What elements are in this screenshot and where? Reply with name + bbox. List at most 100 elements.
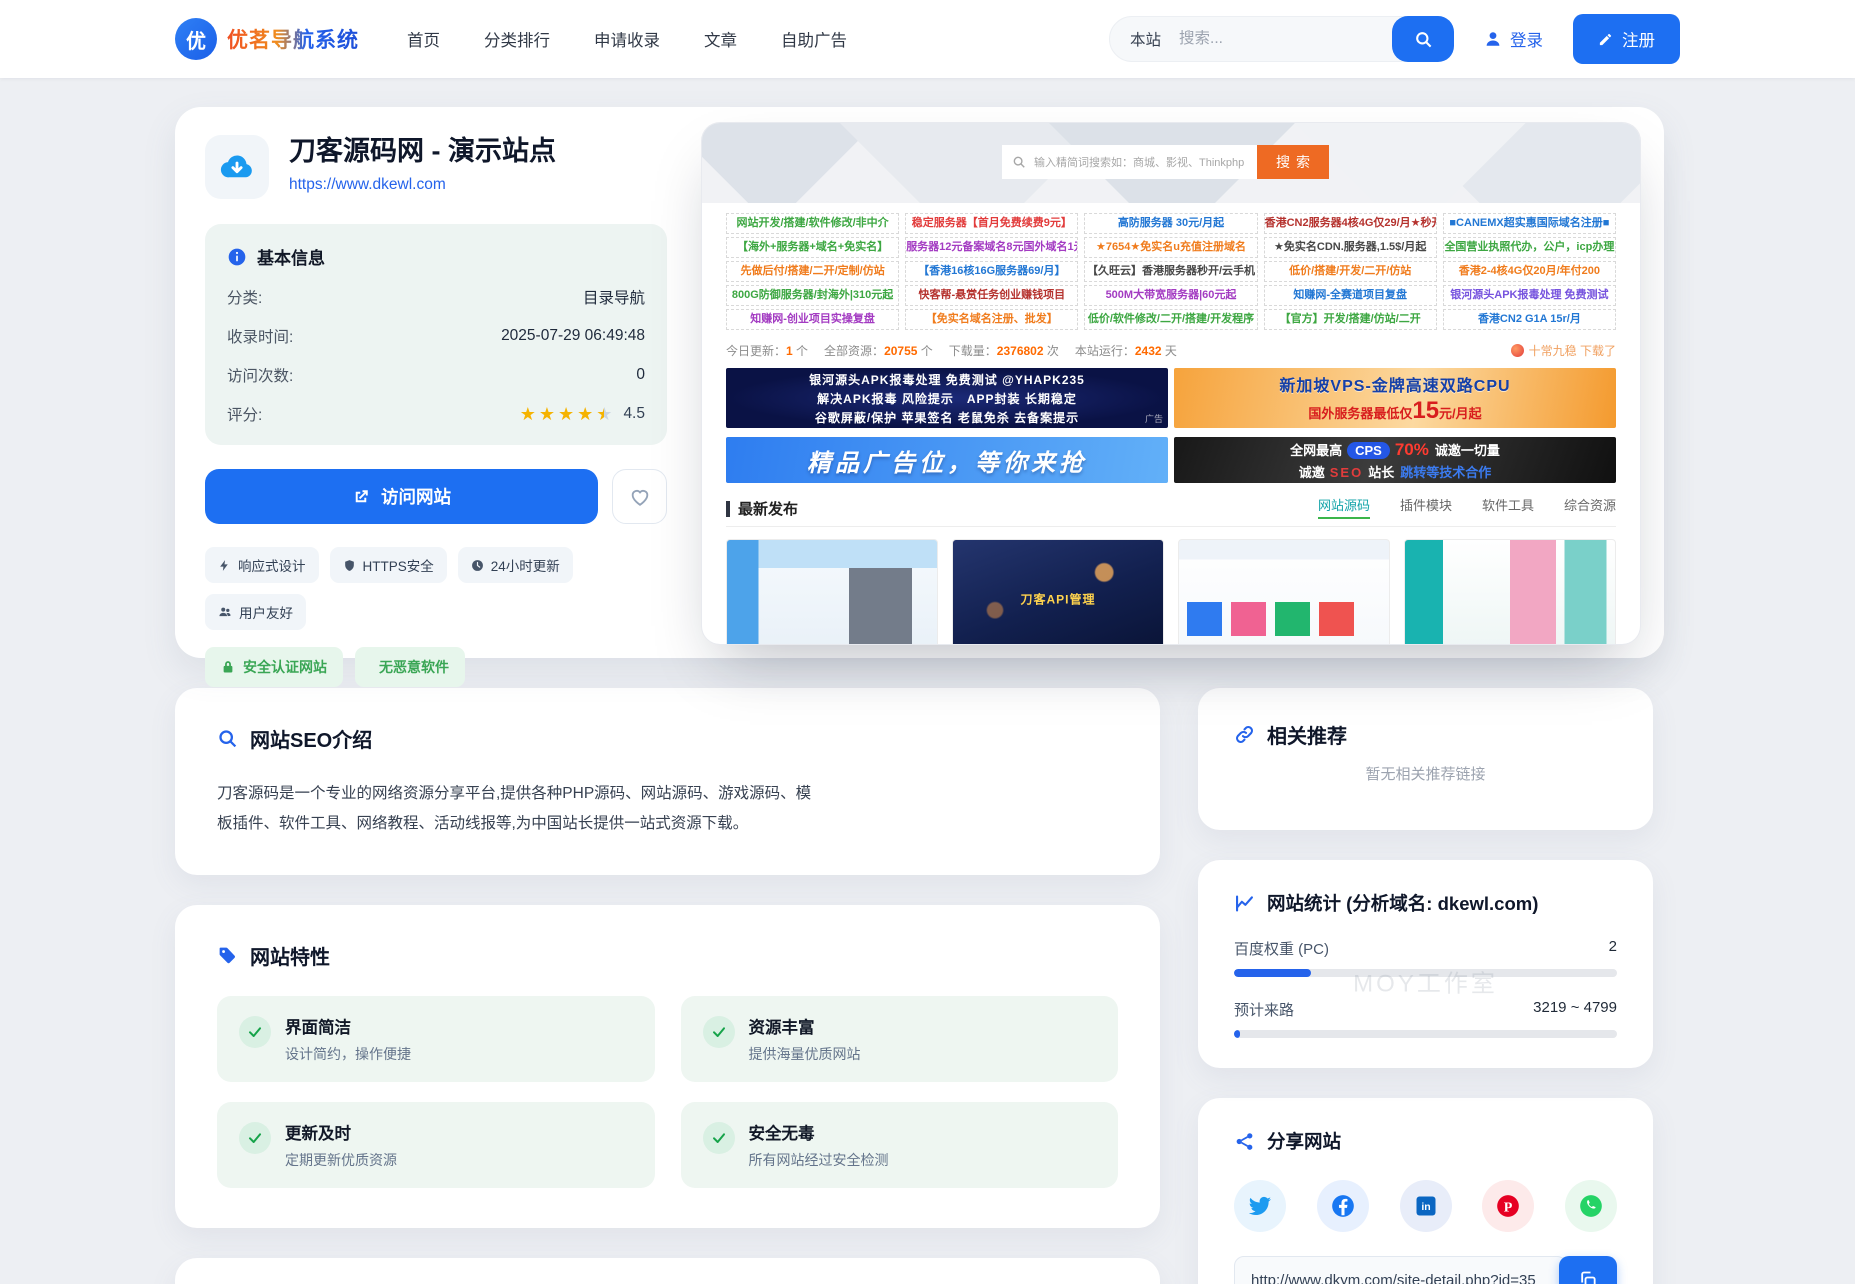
svg-text:P: P — [1504, 1199, 1513, 1215]
seo-heading: 网站SEO介绍 — [250, 724, 372, 753]
half-star-icon: ★ — [596, 404, 612, 425]
website-screenshot-preview[interactable]: 输入精简词搜索如：商城、影视、Thinkphp 搜索 网站开发/搭建/软件修改/… — [702, 123, 1640, 644]
share-button[interactable] — [1565, 1180, 1617, 1232]
preview-tab: 软件工具 — [1482, 495, 1534, 519]
safety-tag: 无恶意软件 — [355, 647, 465, 687]
share-button[interactable] — [1234, 1180, 1286, 1232]
info-icon — [227, 247, 247, 267]
preview-link: 【香港16核16G服务器69/月】 — [905, 261, 1078, 282]
progress-bar — [1234, 1030, 1617, 1038]
thumbnail-worktool — [1404, 539, 1616, 644]
logo-icon: 优 — [175, 18, 217, 60]
nav-item[interactable]: 文章 — [704, 27, 737, 51]
preview-link: 低价/搭建/开发/二开/仿站 — [1264, 261, 1437, 282]
preview-tab-bar: 最新发布 网站源码 插件模块 软件工具 综合资源 — [726, 495, 1616, 527]
search-icon — [1414, 30, 1433, 49]
rating-row: 评分: ★★★★★ 4.5 — [227, 403, 645, 425]
latest-posts-label: 最新发布 — [726, 498, 798, 519]
preview-tab: 综合资源 — [1564, 495, 1616, 519]
preview-link: 低价/软件修改/二开/搭建/开发程序 — [1084, 309, 1257, 330]
preview-search-button: 搜索 — [1257, 145, 1329, 179]
search-icon — [217, 728, 238, 749]
stat-item: 全部资源：20755 个 — [824, 342, 933, 359]
register-button[interactable]: 注册 — [1573, 14, 1680, 64]
magnifier-icon — [1012, 155, 1026, 169]
check-icon — [703, 1016, 735, 1048]
preview-link: 800G防御服务器/封海外|310元起 — [726, 285, 899, 306]
info-heading: 基本信息 — [257, 244, 325, 269]
preview-link: 知赚网-创业项目实操复盘 — [726, 309, 899, 330]
share-button[interactable] — [1317, 1180, 1369, 1232]
preview-link: 知赚网-全赛道项目复盘 — [1264, 285, 1437, 306]
svg-text:in: in — [1421, 1201, 1430, 1213]
tag-icon — [218, 559, 231, 572]
stat-item: 今日更新：1 个 — [726, 342, 808, 359]
preview-tab: 插件模块 — [1400, 495, 1452, 519]
site-summary: 刀客源码网 - 演示站点 https://www.dkewl.com 基本信息 … — [205, 135, 667, 687]
info-row: 分类: 目录导航 — [227, 286, 645, 308]
star-rating: ★★★★★ 4.5 — [520, 404, 645, 425]
stat-item: 本站运行：2432 天 — [1075, 342, 1177, 359]
click-ranking-card: 点入排行 刀客源码网 -... 刀客源码网源码测... — [175, 1258, 1160, 1284]
preview-link: 500M大带宽服务器|60元起 — [1084, 285, 1257, 306]
safety-tag: 安全认证网站 — [205, 647, 343, 687]
header-search: 本站 — [1109, 16, 1454, 62]
preview-link: 稳定服务器【首月免费续费9元】 — [905, 213, 1078, 234]
share-button[interactable]: P — [1482, 1180, 1534, 1232]
feature-item: 更新及时 定期更新优质资源 — [217, 1102, 655, 1188]
thumbnail-admin-ui — [726, 539, 938, 644]
feature-item: 资源丰富 提供海量优质网站 — [681, 996, 1119, 1082]
search-input[interactable] — [1179, 30, 1392, 48]
nav-item[interactable]: 自助广告 — [781, 27, 847, 51]
preview-link: 【久旺云】香港服务器秒开/云手机 — [1084, 261, 1257, 282]
page-title: 刀客源码网 - 演示站点 — [289, 135, 556, 169]
tag-icon — [217, 945, 238, 966]
site-statistics-card: 网站统计 (分析域名: dkewl.com) 百度权重 (PC) 2 — [1198, 860, 1653, 1068]
preview-link: ★7654★免实名u充值注册域名 — [1084, 237, 1257, 258]
preview-link: 银河源头APK报毒处理 免费测试 — [1443, 285, 1616, 306]
search-button[interactable] — [1392, 16, 1454, 62]
search-scope-select[interactable]: 本站 — [1130, 28, 1161, 50]
preview-tab: 网站源码 — [1318, 495, 1370, 519]
visit-site-button[interactable]: 访问网站 — [205, 469, 598, 524]
site-features-card: 网站特性 界面简洁 设计简约，操作便捷 资 — [175, 905, 1160, 1228]
preview-link: 先做后付/搭建/二开/定制/仿站 — [726, 261, 899, 282]
stat-item: 下载量：2376802 次 — [949, 342, 1059, 359]
nav-item[interactable]: 分类排行 — [484, 27, 550, 51]
thumbnail-night-city: 刀客API管理 — [952, 539, 1164, 644]
related-heading: 相关推荐 — [1267, 720, 1347, 749]
share-url-input[interactable] — [1234, 1256, 1567, 1284]
preview-banner-header: 输入精简词搜索如：商城、影视、Thinkphp 搜索 — [702, 123, 1640, 203]
external-link-icon — [352, 488, 370, 506]
share-heading: 分享网站 — [1267, 1128, 1341, 1154]
preview-link: 全国营业执照代办，公户，icp办理 — [1443, 237, 1616, 258]
info-row: 收录时间: 2025-07-29 06:49:48 — [227, 325, 645, 347]
site-favicon — [205, 135, 269, 199]
login-link[interactable]: 登录 — [1484, 27, 1543, 51]
preview-link: 香港CN2 G1A 15r/月 — [1443, 309, 1616, 330]
pencil-icon — [1598, 32, 1613, 47]
share-icon — [1234, 1131, 1255, 1152]
copy-url-button[interactable] — [1559, 1256, 1617, 1284]
check-icon — [239, 1122, 271, 1154]
favorite-button[interactable] — [612, 469, 667, 524]
check-icon — [703, 1122, 735, 1154]
preview-stats-bar: 今日更新：1 个全部资源：20755 个下载量：2376802 次本站运行：24… — [726, 342, 1616, 359]
preview-link: 服务器12元备案域名8元国外域名1元 — [905, 237, 1078, 258]
preview-link: 香港2-4核4G仅20月/年付200 — [1443, 261, 1616, 282]
preview-link: 网站开发/搭建/软件修改/非中介 — [726, 213, 899, 234]
site-url-link[interactable]: https://www.dkewl.com — [289, 176, 446, 194]
nav-item[interactable]: 首页 — [407, 27, 440, 51]
preview-link: 香港CN2服务器4核4G仅29/月★秒开 — [1264, 213, 1437, 234]
site-detail-card: 刀客源码网 - 演示站点 https://www.dkewl.com 基本信息 … — [175, 107, 1664, 658]
apk-ad-banner: 银河源头APK报毒处理 免费测试 @YHAPK235 解决APK报毒 风险提示 … — [726, 368, 1168, 428]
basic-info-panel: 基本信息 分类: 目录导航 收录时间: 2025-07-29 06:49:48 — [205, 224, 667, 445]
feature-item: 界面简洁 设计简约，操作便捷 — [217, 996, 655, 1082]
feature-tag: 用户友好 — [205, 594, 306, 630]
rating-value: 4.5 — [623, 405, 645, 423]
preview-link: ■CANEMX超实惠国际域名注册■ — [1443, 213, 1616, 234]
logo[interactable]: 优 优茗导航系统 — [175, 18, 359, 60]
preview-link: ★免实名CDN.服务器,1.5$/月起 — [1264, 237, 1437, 258]
share-button[interactable]: in — [1400, 1180, 1452, 1232]
nav-item[interactable]: 申请收录 — [594, 27, 660, 51]
